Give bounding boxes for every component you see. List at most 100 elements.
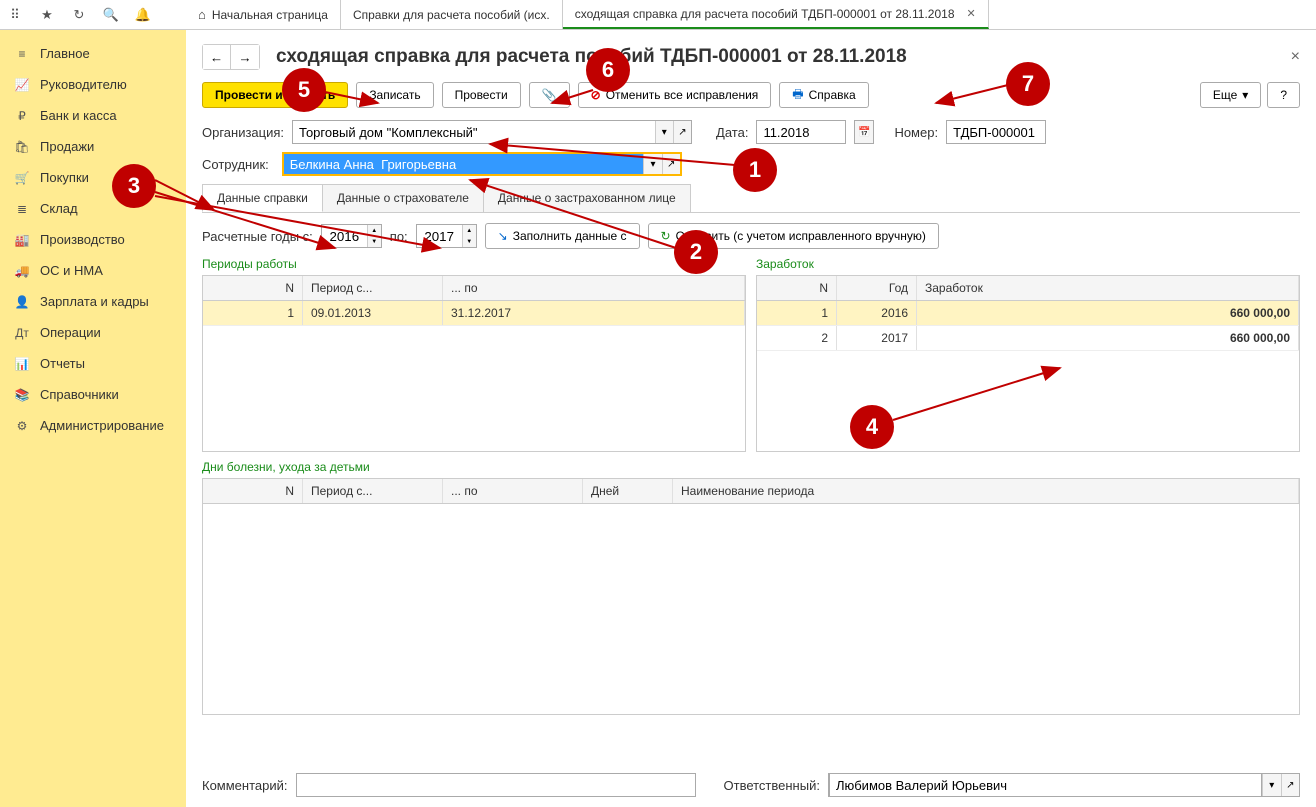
apps-icon[interactable]: ⠿ — [6, 6, 24, 24]
subtab-label: Данные о застрахованном лице — [498, 191, 676, 205]
resp-input[interactable] — [829, 773, 1262, 797]
open-icon[interactable]: ↗ — [1281, 774, 1299, 796]
earnings-grid[interactable]: N Год Заработок 1 2016 660 000,00 2 2017… — [756, 275, 1300, 452]
sidebar-item-bank[interactable]: ₽Банк и касса — [0, 100, 186, 131]
sidebar-item-label: Руководителю — [40, 77, 127, 92]
year-to-spinner[interactable]: ▲▼ — [416, 224, 477, 248]
close-page-icon[interactable]: × — [1291, 48, 1300, 66]
comment-input[interactable] — [296, 773, 696, 797]
year-from-spinner[interactable]: ▲▼ — [321, 224, 382, 248]
more-button[interactable]: Еще ▾ — [1200, 82, 1261, 108]
attach-button[interactable]: 📎 — [529, 82, 570, 108]
bars-icon: 📊 — [14, 357, 30, 371]
num-label: Номер: — [894, 125, 938, 140]
table-row[interactable]: 1 2016 660 000,00 — [757, 301, 1299, 326]
num-input — [947, 121, 1045, 143]
list-icon: ≣ — [14, 202, 30, 216]
sidebar-item-os[interactable]: 🚚ОС и НМА — [0, 255, 186, 286]
button-label: Справка — [809, 88, 856, 102]
tab-label: Справки для расчета пособий (исх. — [353, 8, 550, 22]
annotation-bubble-2: 2 — [674, 230, 718, 274]
sidebar-item-label: Операции — [40, 325, 101, 340]
sidebar-item-manager[interactable]: 📈 Руководителю — [0, 69, 186, 100]
close-icon[interactable]: ✕ — [967, 7, 976, 20]
tab-insurer[interactable]: Данные о страхователе — [322, 184, 484, 212]
sidebar-item-label: Склад — [40, 201, 78, 216]
sidebar-item-warehouse[interactable]: ≣ Склад — [0, 193, 186, 224]
cell-year: 2017 — [837, 326, 917, 350]
home-icon: ⌂ — [198, 7, 206, 22]
date-field[interactable] — [756, 120, 846, 144]
table-row[interactable]: 2 2017 660 000,00 — [757, 326, 1299, 351]
sidebar-item-main[interactable]: ≡Главное — [0, 38, 186, 69]
post-close-button[interactable]: Провести и закрыть — [202, 82, 348, 108]
sick-grid[interactable]: N Период с... ... по Дней Наименование п… — [202, 478, 1300, 715]
sidebar-item-sales[interactable]: 🛍Продажи — [0, 131, 186, 162]
write-button[interactable]: Записать — [356, 82, 433, 108]
chart-icon: 📈 — [14, 78, 30, 92]
sidebar-item-production[interactable]: 🏭Производство — [0, 224, 186, 255]
col-end: ... по — [443, 479, 583, 503]
bell-icon[interactable]: 🔔 — [134, 6, 152, 24]
sidebar-item-reports[interactable]: 📊Отчеты — [0, 348, 186, 379]
dropdown-icon[interactable]: ▾ — [643, 154, 661, 174]
refresh-icon: ↻ — [661, 229, 671, 243]
org-input[interactable] — [293, 121, 655, 143]
spin-down-icon[interactable]: ▼ — [462, 236, 476, 247]
resp-field[interactable]: ▾ ↗ — [828, 773, 1300, 797]
post-button[interactable]: Провести — [442, 82, 521, 108]
sidebar-item-purchases[interactable]: 🛒Покупки — [0, 162, 186, 193]
cell-n: 2 — [757, 326, 837, 350]
print-icon: 🖶 — [792, 85, 803, 106]
col-name: Наименование периода — [673, 479, 1299, 503]
nav-back-button[interactable]: ← — [203, 45, 231, 69]
sick-title: Дни болезни, ухода за детьми — [202, 460, 1300, 474]
dropdown-icon[interactable]: ▾ — [1262, 774, 1280, 796]
table-row[interactable]: 1 09.01.2013 31.12.2017 — [203, 301, 745, 326]
year-to-input[interactable] — [417, 229, 462, 244]
gear-icon: ⚙ — [14, 419, 30, 433]
emp-label: Сотрудник: — [202, 157, 269, 172]
tab-insured[interactable]: Данные о застрахованном лице — [483, 184, 691, 212]
date-input[interactable] — [757, 121, 845, 143]
sidebar-item-ops[interactable]: Дт Операции — [0, 317, 186, 348]
cell-earn: 660 000,00 — [917, 326, 1299, 350]
col-days: Дней — [583, 479, 673, 503]
periods-grid[interactable]: N Период с... ... по 1 09.01.2013 31.12.… — [202, 275, 746, 452]
open-icon[interactable]: ↗ — [673, 121, 691, 143]
tab-data[interactable]: Данные справки — [202, 184, 323, 212]
button-label: Записать — [369, 88, 420, 102]
dt-icon: Дт — [14, 326, 30, 340]
sidebar-item-hr[interactable]: 👤Зарплата и кадры — [0, 286, 186, 317]
year-from-input[interactable] — [322, 229, 367, 244]
years-label: Расчетные годы с: — [202, 229, 313, 244]
star-icon[interactable]: ★ — [38, 6, 56, 24]
print-button[interactable]: 🖶 Справка — [779, 82, 868, 108]
nav-forward-button[interactable]: → — [231, 45, 259, 69]
org-field[interactable]: ▾ ↗ — [292, 120, 692, 144]
search-icon[interactable]: 🔍 — [102, 6, 120, 24]
tab-home[interactable]: ⌂ Начальная страница — [186, 0, 341, 29]
tab-document[interactable]: сходящая справка для расчета пособий ТДБ… — [563, 0, 989, 29]
tab-spravki[interactable]: Справки для расчета пособий (исх. — [341, 0, 563, 29]
col-n: N — [203, 479, 303, 503]
spin-up-icon[interactable]: ▲ — [367, 225, 381, 236]
dropdown-icon[interactable]: ▾ — [655, 121, 673, 143]
emp-input[interactable] — [284, 154, 644, 174]
calendar-icon[interactable]: 📅 — [854, 120, 874, 144]
page-title: сходящая справка для расчета пособий ТДБ… — [276, 46, 1283, 68]
fill-button[interactable]: ↘Заполнить данные с — [485, 223, 640, 249]
emp-field[interactable]: ▾ ↗ — [282, 152, 682, 176]
sidebar-item-refs[interactable]: 📚Справочники — [0, 379, 186, 410]
history-icon[interactable]: ↻ — [70, 6, 88, 24]
sidebar-item-admin[interactable]: ⚙Администрирование — [0, 410, 186, 441]
col-n: N — [757, 276, 837, 300]
annotation-bubble-3: 3 — [112, 164, 156, 208]
col-earn: Заработок — [917, 276, 1299, 300]
open-icon[interactable]: ↗ — [662, 154, 680, 174]
resp-label: Ответственный: — [724, 778, 820, 793]
spin-up-icon[interactable]: ▲ — [462, 225, 476, 236]
spin-down-icon[interactable]: ▼ — [367, 236, 381, 247]
comment-label: Комментарий: — [202, 778, 288, 793]
help-button[interactable]: ? — [1267, 82, 1300, 108]
